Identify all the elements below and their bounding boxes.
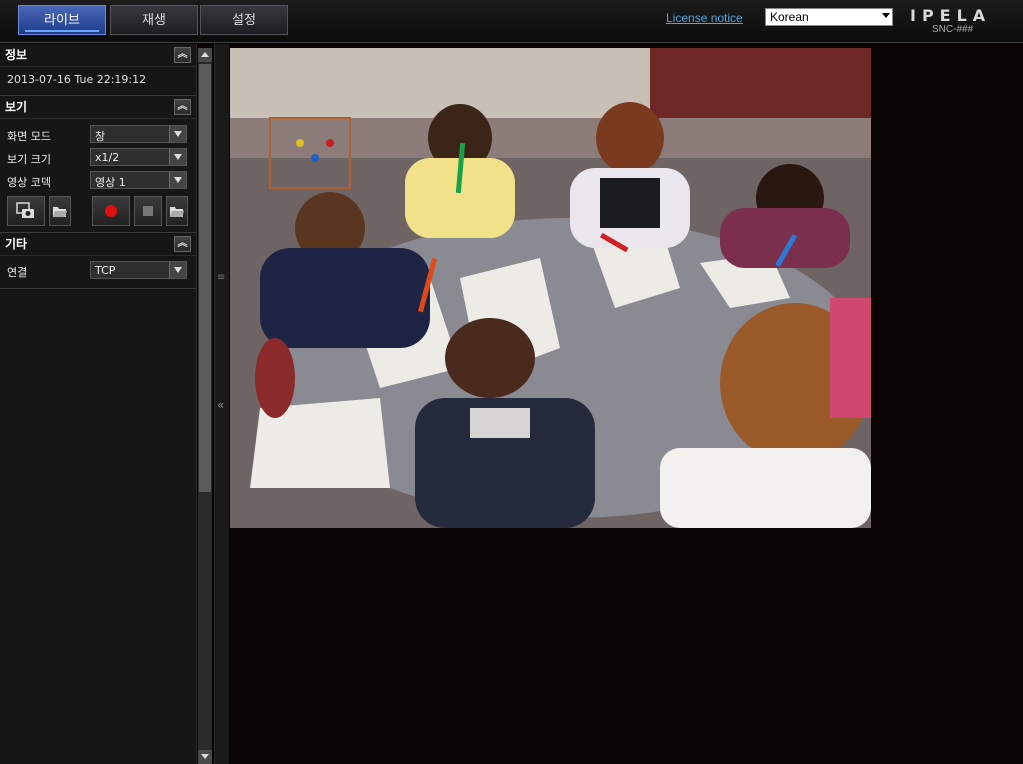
license-notice-link[interactable]: License notice bbox=[666, 11, 743, 25]
top-bar: 라이브 재생 설정 License notice Korean IPELA SN… bbox=[0, 0, 1023, 43]
record-folder-button[interactable] bbox=[166, 196, 188, 226]
other-section-header: 기타 ︽ bbox=[0, 233, 196, 256]
view-section-header: 보기 ︽ bbox=[0, 96, 196, 119]
info-section-header: 정보 ︽ bbox=[0, 44, 196, 67]
connection-label: 연결 bbox=[7, 266, 28, 279]
collapse-up-icon[interactable]: ︽ bbox=[174, 99, 191, 115]
video-codec-label: 영상 코덱 bbox=[7, 176, 51, 189]
record-button[interactable] bbox=[92, 196, 130, 226]
chevron-down-icon[interactable] bbox=[169, 172, 186, 188]
record-icon bbox=[105, 205, 117, 217]
folder-open-icon bbox=[170, 207, 184, 217]
scroll-up-icon[interactable] bbox=[198, 48, 212, 62]
sidebar-scrollbar[interactable] bbox=[198, 48, 212, 764]
other-section: 기타 ︽ 연결 TCP bbox=[0, 233, 196, 289]
datetime-display: 2013-07-16 Tue 22:19:12 bbox=[7, 73, 147, 86]
view-size-value: x1/2 bbox=[95, 151, 120, 164]
model-name: SNC-### bbox=[932, 24, 974, 35]
view-size-dropdown[interactable]: x1/2 bbox=[90, 148, 187, 166]
chevron-down-icon[interactable] bbox=[169, 262, 186, 278]
tab-playback[interactable]: 재생 bbox=[110, 5, 198, 35]
screen-mode-value: 창 bbox=[95, 130, 106, 143]
panel-splitter[interactable]: ≡ « bbox=[214, 44, 229, 764]
chevron-down-icon bbox=[882, 13, 890, 18]
chevron-down-icon[interactable] bbox=[169, 126, 186, 142]
other-section-title: 기타 bbox=[5, 237, 28, 251]
capture-button[interactable] bbox=[7, 196, 45, 226]
language-select[interactable]: Korean bbox=[765, 8, 893, 26]
live-video-feed bbox=[230, 48, 871, 528]
screen-mode-label: 화면 모드 bbox=[7, 130, 51, 143]
camera-capture-icon bbox=[16, 202, 34, 218]
collapse-left-icon[interactable]: « bbox=[217, 398, 224, 412]
video-codec-row: 영상 코덱 영상 1 bbox=[0, 169, 196, 192]
info-section: 정보 ︽ 2013-07-16 Tue 22:19:12 bbox=[0, 44, 196, 96]
video-frame-image bbox=[230, 48, 871, 528]
tab-settings[interactable]: 설정 bbox=[200, 5, 288, 35]
chevron-down-icon[interactable] bbox=[169, 149, 186, 165]
capture-folder-button[interactable] bbox=[49, 196, 71, 226]
capture-toolbar bbox=[0, 192, 196, 232]
view-size-row: 보기 크기 x1/2 bbox=[0, 146, 196, 169]
info-section-title: 정보 bbox=[5, 48, 28, 62]
video-codec-dropdown[interactable]: 영상 1 bbox=[90, 171, 187, 189]
stop-button[interactable] bbox=[134, 196, 162, 226]
sidebar: 정보 ︽ 2013-07-16 Tue 22:19:12 보기 ︽ 화면 모드 … bbox=[0, 44, 197, 764]
connection-row: 연결 TCP bbox=[0, 259, 196, 282]
view-section: 보기 ︽ 화면 모드 창 보기 크기 x1/2 영상 코덱 영상 1 bbox=[0, 96, 196, 233]
collapse-up-icon[interactable]: ︽ bbox=[174, 236, 191, 252]
tab-live[interactable]: 라이브 bbox=[18, 5, 106, 35]
scrollbar-thumb[interactable] bbox=[199, 64, 211, 492]
folder-open-icon bbox=[53, 207, 67, 217]
grip-icon: ≡ bbox=[217, 272, 226, 283]
connection-dropdown[interactable]: TCP bbox=[90, 261, 187, 279]
brand-logo: IPELA bbox=[910, 6, 992, 25]
view-section-title: 보기 bbox=[5, 100, 28, 114]
video-codec-value: 영상 1 bbox=[95, 176, 126, 189]
scroll-down-icon[interactable] bbox=[198, 750, 212, 764]
view-size-label: 보기 크기 bbox=[7, 153, 51, 166]
screen-mode-row: 화면 모드 창 bbox=[0, 123, 196, 146]
language-select-value: Korean bbox=[770, 10, 809, 24]
collapse-up-icon[interactable]: ︽ bbox=[174, 47, 191, 63]
stop-icon bbox=[143, 206, 153, 216]
screen-mode-dropdown[interactable]: 창 bbox=[90, 125, 187, 143]
connection-value: TCP bbox=[95, 264, 116, 277]
